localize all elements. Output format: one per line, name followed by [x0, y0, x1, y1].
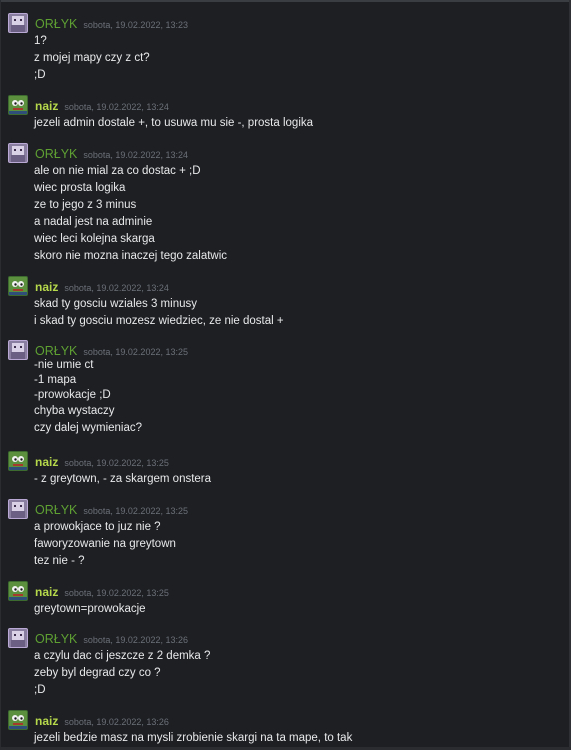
message-line: -nie umie ct [34, 359, 94, 371]
message-line: ale on nie mial za co dostac + ;D [34, 165, 201, 177]
author-name[interactable]: ORŁYK [35, 147, 77, 161]
author-name[interactable]: naiz [35, 714, 58, 728]
naiz-avatar-icon[interactable] [8, 581, 28, 601]
message-timestamp: sobota, 19.02.2022, 13:25 [83, 506, 188, 516]
message-timestamp: sobota, 19.02.2022, 13:24 [83, 150, 188, 160]
message-timestamp: sobota, 19.02.2022, 13:24 [64, 283, 169, 293]
message-line: ;D [34, 69, 46, 81]
author-name[interactable]: naiz [35, 280, 58, 294]
orlyk-avatar-icon[interactable] [8, 340, 28, 360]
message-line: chyba wystaczy [34, 405, 115, 417]
message-line: tez nie - ? [34, 555, 85, 567]
message-timestamp: sobota, 19.02.2022, 13:24 [64, 102, 169, 112]
message-line: skoro nie mozna inaczej tego zalatwic [34, 250, 228, 262]
message-line: faworyzowanie na greytown [34, 538, 176, 550]
message-line: a czylu dac ci jeszcze z 2 demka ? [34, 650, 211, 662]
message-line: i skad ty gosciu mozesz wiedziec, ze nie… [34, 315, 284, 327]
message-timestamp: sobota, 19.02.2022, 13:25 [83, 347, 188, 357]
message-line: a nadal jest na adminie [34, 216, 153, 228]
author-name[interactable]: ORŁYK [35, 17, 77, 31]
author-name[interactable]: ORŁYK [35, 344, 77, 358]
message-timestamp: sobota, 19.02.2022, 13:23 [83, 20, 188, 30]
message-timestamp: sobota, 19.02.2022, 13:26 [83, 635, 188, 645]
message-line: - z greytown, - za skargem onstera [34, 473, 212, 485]
naiz-avatar-icon[interactable] [8, 710, 28, 730]
author-name[interactable]: naiz [35, 99, 58, 113]
message-line: wiec prosta logika [34, 182, 126, 194]
message-line: ze to jego z 3 minus [34, 199, 137, 211]
naiz-avatar-icon[interactable] [8, 276, 28, 296]
orlyk-avatar-icon[interactable] [8, 499, 28, 519]
message-line: czy dalej wymieniac? [34, 422, 143, 434]
message-line: a prowokjace to juz nie ? [34, 521, 161, 533]
orlyk-avatar-icon[interactable] [8, 13, 28, 33]
author-name[interactable]: naiz [35, 455, 58, 469]
orlyk-avatar-icon[interactable] [8, 628, 28, 648]
message-timestamp: sobota, 19.02.2022, 13:25 [64, 458, 169, 468]
message-line: -prowokacje ;D [34, 389, 111, 401]
message-line: zeby byl degrad czy co ? [34, 667, 161, 679]
message-line: jezeli bedzie masz na mysli zrobienie sk… [34, 732, 353, 744]
author-name[interactable]: ORŁYK [35, 632, 77, 646]
message-line: 1? [34, 35, 47, 47]
author-name[interactable]: ORŁYK [35, 503, 77, 517]
message-line: ;D [34, 684, 46, 696]
left-border [0, 0, 1, 750]
naiz-avatar-icon[interactable] [8, 451, 28, 471]
message-timestamp: sobota, 19.02.2022, 13:26 [64, 717, 169, 727]
chat-window: ORŁYK sobota, 19.02.2022, 13:23 1? z moje… [0, 0, 571, 750]
message-line: skad ty gosciu wziales 3 minusy [34, 298, 197, 310]
message-line: greytown=prowokacje [34, 603, 146, 615]
message-line: z mojej mapy czy z ct? [34, 52, 150, 64]
author-name[interactable]: naiz [35, 585, 58, 599]
orlyk-avatar-icon[interactable] [8, 143, 28, 163]
message-line: -1 mapa [34, 374, 77, 386]
message-timestamp: sobota, 19.02.2022, 13:25 [64, 588, 169, 598]
naiz-avatar-icon[interactable] [8, 95, 28, 115]
message-line: wiec leci kolejna skarga [34, 233, 155, 245]
top-border [0, 0, 571, 2]
message-line: jezeli admin dostale +, to usuwa mu sie … [34, 117, 314, 129]
